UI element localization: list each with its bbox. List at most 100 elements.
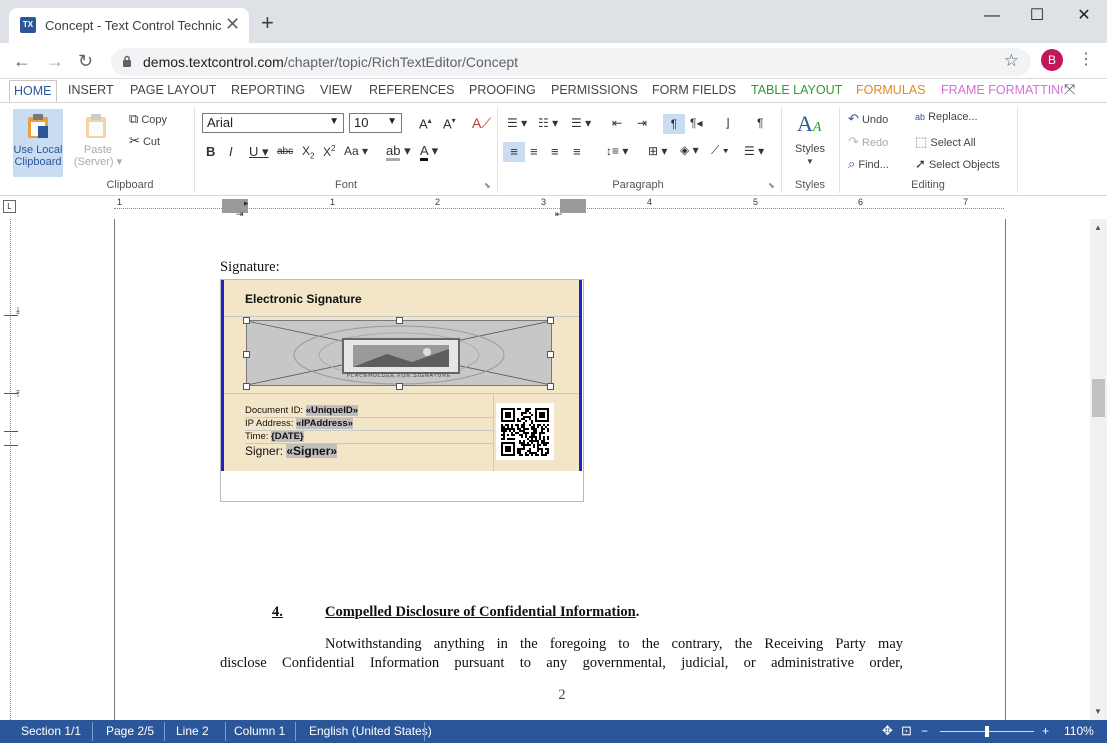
resize-handle[interactable]: [547, 317, 554, 324]
paste-server-button[interactable]: Paste (Server) ▾: [73, 109, 123, 177]
find-button[interactable]: ⌕ Find...: [848, 156, 889, 172]
ip-address-field[interactable]: «IPAddress»: [296, 418, 353, 429]
superscript-icon[interactable]: X2: [323, 144, 335, 159]
change-case-icon[interactable]: Aa ▾: [344, 144, 368, 158]
tab-references[interactable]: REFERENCES: [369, 83, 454, 97]
line-style-icon[interactable]: ☰ ▾: [744, 144, 764, 158]
margin-marker-icon[interactable]: ⤒: [16, 389, 20, 400]
signature-image[interactable]: PLACEHOLDER FOR SIGNATURE: [243, 317, 554, 390]
url-text[interactable]: demos.textcontrol.com/chapter/topic/Rich…: [143, 54, 518, 70]
reload-icon[interactable]: ↻: [78, 50, 93, 72]
fit-page-icon[interactable]: ⊡: [901, 723, 912, 739]
clear-format-icon[interactable]: A⟋: [472, 115, 491, 132]
zoom-slider-thumb[interactable]: [985, 726, 989, 737]
horizontal-ruler[interactable]: L 1 1 2 3 4 5 6 7 ▸ ⇥ ⇤: [0, 196, 1107, 219]
scroll-down-icon[interactable]: ▼: [1094, 707, 1102, 716]
bullets-icon[interactable]: ☰ ▾: [507, 116, 527, 130]
tab-page-layout[interactable]: PAGE LAYOUT: [130, 83, 216, 97]
zoom-level[interactable]: 110%: [1064, 724, 1094, 738]
replace-button[interactable]: ab Replace...: [915, 111, 978, 123]
paragraph-mark-icon[interactable]: ¶: [757, 116, 763, 130]
document-page[interactable]: Signature: Electronic Signature PLACEHOL…: [114, 219, 1006, 720]
font-family-select[interactable]: Arial ▼: [202, 113, 344, 133]
strikethrough-icon[interactable]: abc: [277, 146, 293, 157]
status-section[interactable]: Section 1/1: [21, 724, 81, 738]
paragraph-dialog-icon[interactable]: ⬊: [768, 181, 775, 190]
frame-line-icon[interactable]: ⟋ ▾: [711, 143, 729, 158]
align-center-icon[interactable]: ≡: [530, 144, 538, 159]
justify-icon[interactable]: ≡: [573, 144, 581, 159]
copy-button[interactable]: ⧉ Copy: [129, 111, 167, 127]
top-margin-marker-icon[interactable]: ⤓: [16, 305, 20, 316]
document-canvas[interactable]: Signature: Electronic Signature PLACEHOL…: [22, 219, 1090, 720]
undo-button[interactable]: ↶ Undo: [848, 111, 888, 127]
move-view-icon[interactable]: ✥: [882, 723, 893, 739]
resize-handle[interactable]: [547, 351, 554, 358]
tab-stop-selector-icon[interactable]: L: [3, 200, 16, 213]
zoom-in-button[interactable]: +: [1042, 724, 1049, 738]
borders-icon[interactable]: ⊞ ▾: [648, 144, 667, 158]
bold-icon[interactable]: B: [206, 144, 215, 159]
tab-view[interactable]: VIEW: [320, 83, 352, 97]
tab-reporting[interactable]: REPORTING: [231, 83, 305, 97]
collapse-ribbon-icon[interactable]: ⤧: [1064, 81, 1075, 98]
tab-permissions[interactable]: PERMISSIONS: [551, 83, 638, 97]
align-left-icon[interactable]: ≡: [503, 142, 525, 162]
scrollbar-thumb[interactable]: [1092, 379, 1105, 417]
select-objects-button[interactable]: ➚ Select Objects: [915, 156, 1000, 172]
font-color-icon[interactable]: A ▾: [420, 143, 438, 161]
vertical-ruler[interactable]: ⤓ ⤒: [0, 219, 22, 720]
new-tab-icon[interactable]: +: [261, 12, 274, 34]
multilevel-list-icon[interactable]: ☰ ▾: [571, 116, 591, 130]
increase-indent-icon[interactable]: ⇥: [637, 116, 647, 130]
resize-handle[interactable]: [243, 351, 250, 358]
paragraph-direction-icon[interactable]: ¶◂: [690, 116, 702, 130]
maximize-icon[interactable]: ☐: [1022, 6, 1052, 26]
status-language[interactable]: English (United States): [309, 724, 432, 738]
tab-proofing[interactable]: PROOFING: [469, 83, 536, 97]
tab-frame-formatting[interactable]: FRAME FORMATTING: [941, 83, 1063, 97]
status-page[interactable]: Page 2/5: [106, 724, 154, 738]
font-dialog-icon[interactable]: ⬊: [484, 181, 491, 190]
font-size-select[interactable]: 10 ▼: [349, 113, 402, 133]
status-line[interactable]: Line 2: [176, 724, 209, 738]
bookmark-star-icon[interactable]: ☆: [1004, 51, 1019, 71]
styles-button[interactable]: AA Styles ▼: [788, 111, 832, 175]
italic-icon[interactable]: I: [229, 144, 233, 159]
select-all-button[interactable]: ⬚ Select All: [915, 134, 976, 150]
show-marks-icon[interactable]: ¶: [663, 114, 685, 134]
zoom-out-button[interactable]: −: [921, 724, 928, 738]
forward-icon[interactable]: →: [46, 50, 64, 72]
tab-home[interactable]: HOME: [9, 80, 57, 103]
unique-id-field[interactable]: «UniqueID»: [305, 405, 358, 416]
signature-box[interactable]: Electronic Signature PLACEHOLDER FOR SIG…: [221, 280, 582, 471]
decrease-indent-icon[interactable]: ⇤: [612, 116, 622, 130]
tab-insert[interactable]: INSERT: [68, 83, 114, 97]
status-column[interactable]: Column 1: [234, 724, 285, 738]
signer-field[interactable]: «Signer»: [286, 444, 338, 458]
vertical-scrollbar[interactable]: ▲ ▼: [1090, 219, 1107, 720]
minimize-icon[interactable]: —: [977, 6, 1007, 26]
tab-marks-icon[interactable]: ⌋: [725, 116, 730, 130]
tab-form-fields[interactable]: FORM FIELDS: [652, 83, 736, 97]
profile-avatar[interactable]: B: [1041, 49, 1063, 71]
resize-handle[interactable]: [243, 317, 250, 324]
signature-frame[interactable]: Electronic Signature PLACEHOLDER FOR SIG…: [220, 279, 584, 502]
redo-button[interactable]: ↷ Redo: [848, 134, 888, 150]
line-spacing-icon[interactable]: ↕≡ ▾: [606, 144, 628, 158]
resize-handle[interactable]: [396, 317, 403, 324]
grow-font-icon[interactable]: A▴: [419, 116, 432, 131]
subscript-icon[interactable]: X2: [302, 144, 314, 160]
tab-formulas[interactable]: FORMULAS: [856, 83, 925, 97]
scroll-up-icon[interactable]: ▲: [1094, 223, 1102, 232]
browser-menu-icon[interactable]: ⋮: [1078, 51, 1094, 69]
omnibox[interactable]: demos.textcontrol.com/chapter/topic/Rich…: [111, 48, 1031, 76]
shading-icon[interactable]: ◈ ▾: [680, 143, 699, 157]
resize-handle[interactable]: [547, 383, 554, 390]
shrink-font-icon[interactable]: A▾: [443, 116, 456, 131]
highlight-color-icon[interactable]: ab ▾: [386, 143, 411, 161]
resize-handle[interactable]: [396, 383, 403, 390]
cut-button[interactable]: ✂ Cut: [129, 133, 160, 149]
tab-table-layout[interactable]: TABLE LAYOUT: [751, 83, 842, 97]
resize-handle[interactable]: [243, 383, 250, 390]
